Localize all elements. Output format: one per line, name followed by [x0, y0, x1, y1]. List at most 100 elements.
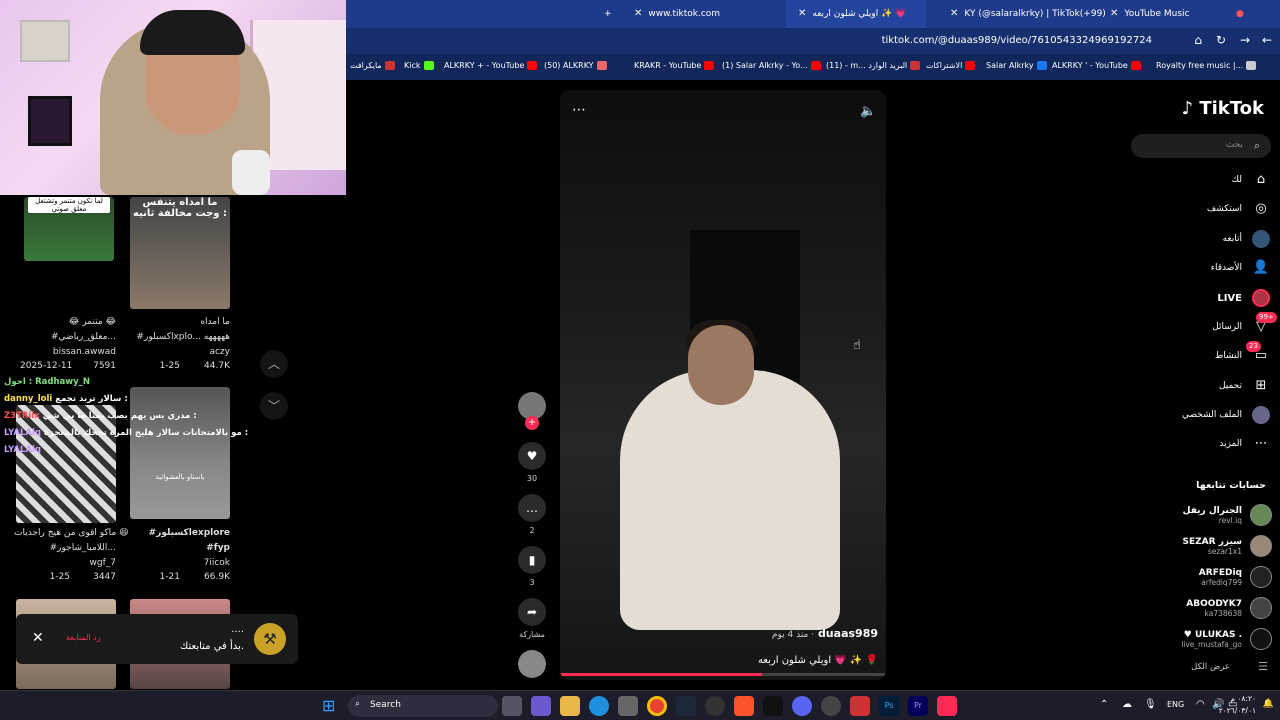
bookmark-item[interactable]: Salar Alkrky — [986, 61, 1047, 70]
close-icon[interactable]: ✕ — [1110, 8, 1118, 19]
bookmark-item[interactable]: (50) ALKRKY — [544, 61, 607, 70]
nav-messages[interactable]: الرسائل ▽ 99+ — [1212, 312, 1277, 338]
video-author[interactable]: bissan.awwad — [20, 347, 116, 357]
discord-icon[interactable] — [792, 696, 812, 716]
obs-icon[interactable] — [705, 696, 725, 716]
tiktok-logo[interactable]: ♪ TikTok — [1182, 98, 1264, 119]
video-title[interactable]: 😂 متنمر 😂 — [20, 317, 116, 327]
nav-friends[interactable]: الأصدقاء 👤 — [1211, 257, 1270, 279]
followed-account[interactable]: الجنرال ريفل revl.iq — [1183, 502, 1272, 528]
nav-profile[interactable]: الملف الشخصي — [1182, 404, 1270, 426]
search-icon[interactable]: ⌕ — [1254, 139, 1260, 153]
comment-button[interactable]: … 2 — [518, 494, 546, 535]
like-button[interactable]: ♥ 30 — [518, 442, 546, 483]
steam-icon[interactable] — [676, 696, 696, 716]
previous-video-button[interactable]: ︿ — [260, 350, 288, 378]
back-icon[interactable]: ← — [1262, 33, 1272, 47]
video-title[interactable]: ماكو اقوى من هيج راجديات 😆 — [14, 528, 128, 538]
creator-avatar[interactable]: + — [518, 392, 546, 430]
video-title[interactable]: #اكسبلورexplore — [130, 528, 230, 538]
volume-icon[interactable]: 🔈 — [860, 104, 876, 119]
followed-account[interactable]: ARFEDiq arfediq799 — [1199, 564, 1272, 590]
account-name: الجنرال ريفل — [1182, 505, 1242, 516]
capcut-icon[interactable] — [763, 696, 783, 716]
taskbar-search[interactable]: ⌕ Search — [348, 695, 498, 717]
tiktok-app-icon[interactable] — [937, 696, 957, 716]
nav-explore[interactable]: استكشف ◎ — [1207, 198, 1270, 220]
close-icon[interactable]: ✕ — [950, 8, 958, 19]
video-progress-bar[interactable] — [560, 673, 886, 676]
bookmark-item[interactable]: KRAKR - YouTube — [634, 61, 715, 70]
wifi-icon[interactable]: ◠ — [1196, 699, 1205, 710]
language-indicator[interactable]: ENG — [1167, 700, 1184, 709]
tab-tiktok-profile[interactable]: ✕ KY (@salaralkrky) | TikTok(+99) — [944, 0, 1106, 28]
next-video-button[interactable]: ﹀ — [260, 392, 288, 420]
follow-plus-icon[interactable]: + — [525, 416, 539, 430]
new-tab-button[interactable]: + — [604, 0, 612, 28]
premiere-icon[interactable]: Pr — [908, 696, 928, 716]
home-icon[interactable]: ⌂ — [1194, 33, 1202, 47]
bookmark-item[interactable]: ALKRKY ' - YouTube — [1052, 61, 1141, 70]
save-button[interactable]: ▮ 3 — [518, 546, 546, 587]
store-icon[interactable] — [618, 696, 638, 716]
bookmark-item[interactable]: (1) Salar Alkrky - Yo... — [722, 61, 821, 70]
video-author[interactable]: wgf_7 — [14, 558, 116, 568]
more-options-icon[interactable]: ⋯ — [572, 102, 586, 118]
bookmark-item[interactable]: Kick — [404, 61, 434, 70]
notification-bell-icon[interactable]: 🔔 — [1263, 699, 1274, 709]
nav-following[interactable]: أتابعه — [1223, 228, 1270, 250]
followed-account[interactable]: SEZAR سيزر sezar1x1 — [1183, 533, 1272, 559]
bookmark-item[interactable]: (11) - m... البريد الوارد — [826, 61, 921, 70]
clock[interactable]: ٠٨:٢٠ م ٢٠٢٦/٠٣/٠١ — [1219, 693, 1256, 717]
chevron-up-icon[interactable]: ⌃ — [1100, 699, 1108, 710]
next-creator-avatar[interactable] — [518, 650, 546, 678]
copilot-icon[interactable] — [531, 696, 551, 716]
tab-youtube-music[interactable]: ✕ YouTube Music — [1104, 0, 1189, 28]
mic-icon[interactable]: 🎙 — [1144, 699, 1157, 710]
video-author[interactable]: 7iicok — [130, 558, 230, 568]
nav-upload[interactable]: تحميل ⊞ — [1219, 375, 1270, 397]
nav-for-you[interactable]: لك ⌂ — [1232, 169, 1270, 191]
app-icon[interactable] — [850, 696, 870, 716]
edge-icon[interactable] — [589, 696, 609, 716]
task-view-icon[interactable] — [502, 696, 522, 716]
video-player[interactable]: منذ 4 يوم · duaas989 اويلي شلون اربعه 💗 … — [560, 90, 886, 680]
bookmark-item[interactable]: مايكرافت — [350, 61, 395, 70]
video-title[interactable]: ما امداه — [130, 317, 230, 327]
followed-account[interactable]: ABOODYK7 ka738638 — [1186, 595, 1272, 621]
photoshop-icon[interactable]: Ps — [879, 696, 899, 716]
close-icon[interactable]: ✕ — [798, 8, 806, 19]
share-button[interactable]: ➦ مشاركة — [518, 598, 546, 639]
tab-tiktok-home[interactable]: ✕ www.tiktok.com — [628, 0, 720, 28]
follow-back-button[interactable]: رد المتابعة — [66, 633, 100, 642]
video-thumbnail[interactable]: ما امداه يتنفس وجت مخالفة ثانيه : — [130, 197, 230, 309]
bookmark-item[interactable]: الاشتراكات — [926, 61, 976, 70]
video-thumbnail[interactable]: باستاو بالعشوائية — [130, 387, 230, 519]
reload-icon[interactable]: ↻ — [1216, 33, 1226, 47]
search-input[interactable]: بحث — [1131, 134, 1271, 158]
video-thumbnail[interactable]: لما تكون متنمر وتشتغل معلق صوتي — [24, 197, 114, 261]
bookmark-item[interactable]: ALKRKY + - YouTube — [444, 61, 538, 70]
followed-account[interactable]: ♥ ULUKAS . live_mustafa_go — [1181, 626, 1272, 652]
windows-start-icon[interactable]: ⊞ — [322, 696, 342, 716]
list-icon[interactable]: ☰ — [1258, 660, 1268, 673]
cloud-icon[interactable]: ☁ — [1122, 699, 1132, 710]
close-icon[interactable]: ✕ — [634, 8, 642, 19]
video-author[interactable]: aczy — [130, 347, 230, 357]
nav-live[interactable]: LIVE — [1217, 287, 1270, 309]
bookmark-item[interactable]: Royalty free music |... — [1156, 61, 1257, 70]
file-explorer-icon[interactable] — [560, 696, 580, 716]
forward-icon[interactable]: → — [1240, 33, 1250, 47]
app-icon[interactable] — [821, 696, 841, 716]
chrome-icon[interactable] — [647, 696, 667, 716]
see-all-link[interactable]: عرض الكل — [1191, 662, 1230, 672]
video-author[interactable]: منذ 4 يوم · duaas989 — [772, 627, 878, 640]
url-field[interactable]: tiktok.com/@duaas989/video/7610543324969… — [882, 35, 1152, 46]
brave-icon[interactable] — [734, 696, 754, 716]
profile-icon[interactable]: ● — [1236, 0, 1244, 28]
close-icon[interactable]: ✕ — [32, 630, 44, 646]
video-thumbnail[interactable] — [16, 405, 116, 523]
tab-current-video[interactable]: ✕ اويلي شلون اربعه ✨ 💗 — [786, 0, 926, 28]
nav-activity[interactable]: النشاط ▭ 23 — [1215, 341, 1270, 367]
nav-more[interactable]: المزيد ⋯ — [1219, 433, 1270, 455]
